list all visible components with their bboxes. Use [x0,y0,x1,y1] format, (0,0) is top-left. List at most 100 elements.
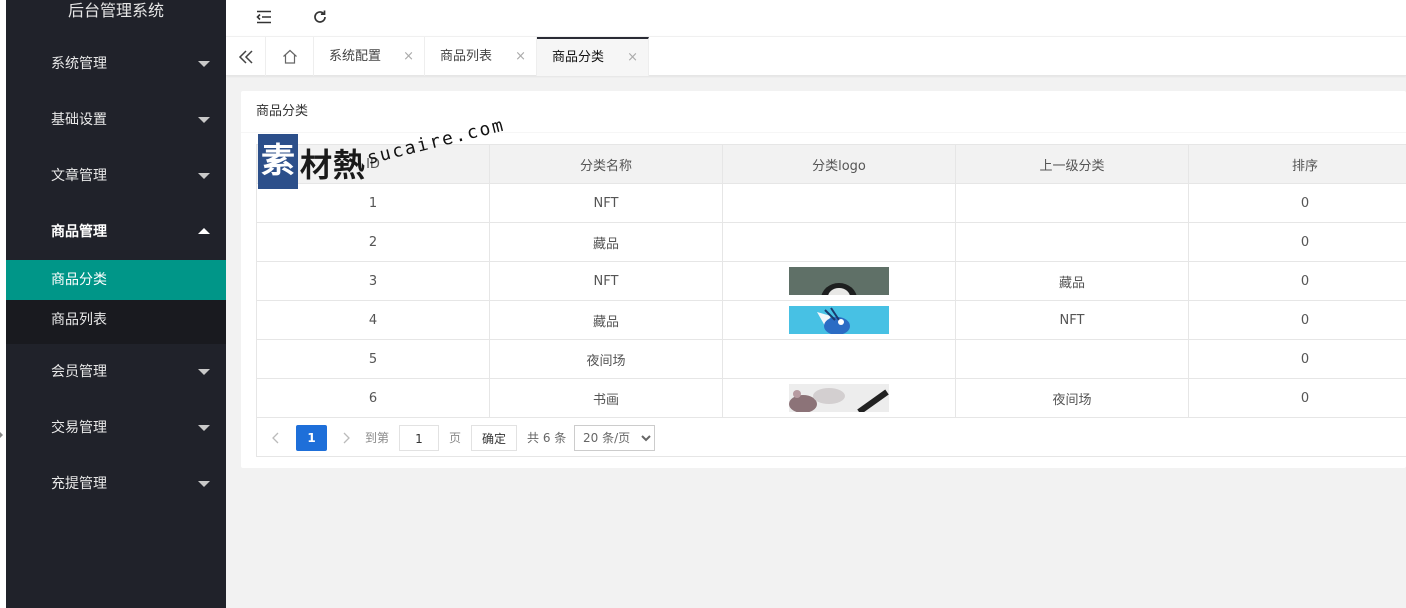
tab-product-list[interactable]: 商品列表 × [425,37,537,76]
content-card: 商品分类 ID 分类名称 分类logo 上一级分类 排序 1 NFT 0 2 藏… [241,91,1406,468]
sidebar-item-trades[interactable]: 交易管理 [6,400,226,456]
close-icon[interactable]: × [403,37,414,76]
sidebar-item-label: 充提管理 [51,476,107,492]
cell-logo [722,339,956,379]
cell-parent [955,339,1189,379]
chevron-right-icon [343,432,350,444]
refresh-icon[interactable] [306,3,334,31]
close-icon[interactable]: × [515,37,526,76]
sidebar-item-members[interactable]: 会员管理 [6,344,226,400]
column-header-parent[interactable]: 上一级分类 [955,144,1189,184]
menu-fold-icon[interactable] [250,3,278,31]
cell-logo [722,261,956,301]
tab-label: 商品分类 [552,50,605,65]
prev-page-button[interactable] [271,425,285,451]
table-header-row: ID 分类名称 分类logo 上一级分类 排序 [256,144,1406,184]
close-icon[interactable]: × [627,39,638,76]
column-header-name[interactable]: 分类名称 [489,144,723,184]
cell-parent [955,183,1189,223]
goto-prefix-label: 到第 [365,431,390,445]
cell-parent: NFT [955,300,1189,340]
table-row[interactable]: 6 书画 夜间场 0 [256,378,1406,418]
column-header-id[interactable]: ID [256,144,490,184]
sidebar-item-system[interactable]: 系统管理 [6,36,226,92]
page-size-select[interactable]: 20 条/页 [574,425,655,451]
table-row[interactable]: 2 藏品 0 [256,222,1406,262]
tab-bar: 系统配置 × 商品列表 × 商品分类 × [226,36,1406,76]
tab-home[interactable] [266,37,314,76]
cell-sort: 0 [1188,339,1406,379]
sidebar-item-label: 系统管理 [51,56,107,72]
sidebar-item-basic-settings[interactable]: 基础设置 [6,92,226,148]
tab-system-config[interactable]: 系统配置 × [314,37,425,76]
column-header-sort[interactable]: 排序 [1188,144,1406,184]
logo-thumbnail-portrait[interactable] [789,267,889,295]
cell-parent [955,222,1189,262]
tabs-scroll-left-button[interactable] [226,37,266,76]
top-header [226,0,1406,36]
cell-sort: 0 [1188,261,1406,301]
cell-sort: 0 [1188,183,1406,223]
caret-down-icon [198,481,210,487]
cell-id: 5 [256,339,490,379]
sidebar-collapse-arrow-icon[interactable] [0,432,3,438]
cell-name: 夜间场 [489,339,723,379]
cell-sort: 0 [1188,300,1406,340]
sidebar-item-label: 基础设置 [51,112,107,128]
next-page-button[interactable] [341,425,355,451]
cell-id: 4 [256,300,490,340]
tab-product-category[interactable]: 商品分类 × [537,37,649,76]
sidebar-item-recharge-withdraw[interactable]: 充提管理 [6,456,226,512]
home-icon [282,49,297,64]
cell-name: 藏品 [489,300,723,340]
caret-down-icon [198,61,210,67]
logo-thumbnail-painting[interactable] [789,384,889,412]
cell-logo [722,300,956,340]
cell-id: 1 [256,183,490,223]
logo-thumbnail-cartoon[interactable] [789,306,889,334]
pagination: 1 到第 1 页 确定 共 6 条 20 条/页 [256,417,1406,457]
cell-name: 书画 [489,378,723,418]
cell-name: NFT [489,261,723,301]
sidebar-item-articles[interactable]: 文章管理 [6,148,226,204]
sidebar: 后台管理系统 系统管理 基础设置 文章管理 商品管理 商品分类 商品列表 会员管… [6,0,226,608]
goto-suffix-label: 页 [449,431,462,445]
sidebar-child-product-list[interactable]: 商品列表 [6,300,226,340]
cell-logo [722,378,956,418]
caret-up-icon [198,228,210,234]
goto-page-input[interactable]: 1 [399,425,439,451]
cell-logo [722,183,956,223]
card-title: 商品分类 [241,91,1406,133]
cell-sort: 0 [1188,378,1406,418]
sidebar-item-label: 文章管理 [51,168,107,184]
sidebar-item-label: 交易管理 [51,420,107,436]
category-table: ID 分类名称 分类logo 上一级分类 排序 1 NFT 0 2 藏品 0 3… [256,144,1406,418]
table-row[interactable]: 3 NFT 藏品 0 [256,261,1406,301]
caret-down-icon [198,173,210,179]
sidebar-child-product-category[interactable]: 商品分类 [6,260,226,300]
table-row[interactable]: 4 藏品 NFT 0 [256,300,1406,340]
cell-id: 3 [256,261,490,301]
cell-logo [722,222,956,262]
goto-confirm-button[interactable]: 确定 [471,425,517,451]
caret-down-icon [198,425,210,431]
cell-name: 藏品 [489,222,723,262]
page-button-current[interactable]: 1 [296,425,327,451]
total-count: 共 6 条 [527,431,567,445]
table-row[interactable]: 1 NFT 0 [256,183,1406,223]
cell-id: 6 [256,378,490,418]
tab-label: 系统配置 [329,49,382,64]
sidebar-item-label: 商品管理 [51,224,107,240]
cell-id: 2 [256,222,490,262]
cell-sort: 0 [1188,222,1406,262]
chevron-left-icon [272,432,279,444]
cell-parent: 藏品 [955,261,1189,301]
caret-down-icon [198,369,210,375]
column-header-logo[interactable]: 分类logo [722,144,956,184]
app-title: 后台管理系统 [67,1,164,20]
sidebar-item-products[interactable]: 商品管理 [6,204,226,260]
table-row[interactable]: 5 夜间场 0 [256,339,1406,379]
sidebar-item-label: 会员管理 [51,364,107,380]
double-chevron-left-icon [238,49,253,64]
tab-label: 商品列表 [440,49,493,64]
